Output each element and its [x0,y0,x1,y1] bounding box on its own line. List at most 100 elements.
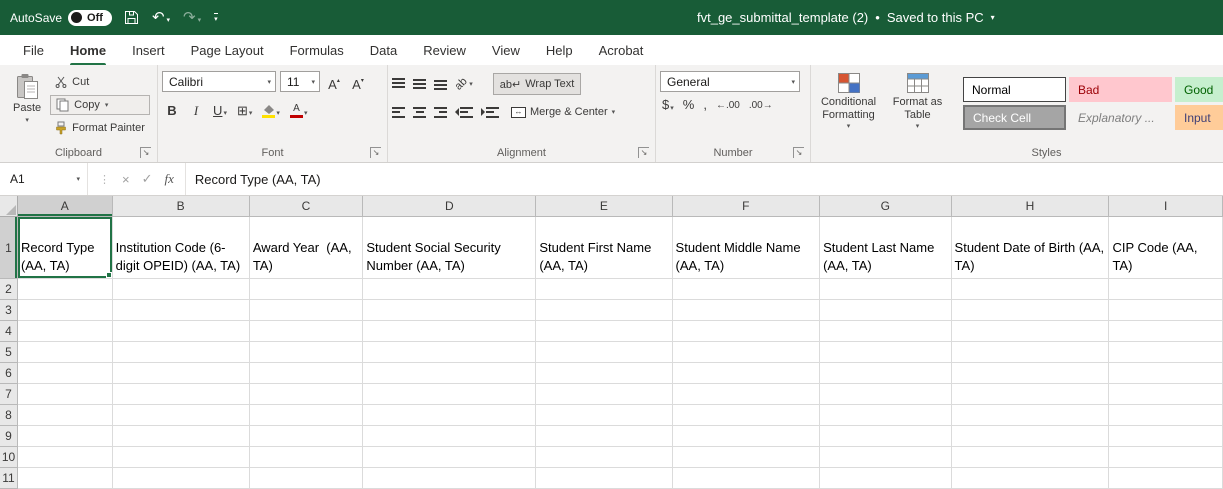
name-box[interactable]: A1 ▾ [0,163,88,195]
align-right-icon[interactable] [434,107,447,118]
shrink-font-button[interactable]: A▾ [348,71,368,92]
cell-B7[interactable] [113,384,250,405]
fill-color-button[interactable]: ▾ [259,97,283,118]
cell-G1[interactable]: Student Last Name (AA, TA) [820,217,951,279]
cell-D10[interactable] [363,447,536,468]
column-header-E[interactable]: E [536,196,672,217]
cell-F7[interactable] [673,384,821,405]
formula-bar-drag-icon[interactable]: ⋮ [99,173,110,186]
cell-D2[interactable] [363,279,536,300]
cell-D8[interactable] [363,405,536,426]
column-header-I[interactable]: I [1109,196,1223,217]
cell-B8[interactable] [113,405,250,426]
cell-H3[interactable] [952,300,1110,321]
cell-A10[interactable] [18,447,113,468]
cell-B4[interactable] [113,321,250,342]
cell-D11[interactable] [363,468,536,489]
cell-H1[interactable]: Student Date of Birth (AA, TA) [952,217,1110,279]
cut-button[interactable]: Cut [50,72,150,92]
cell-A3[interactable] [18,300,113,321]
column-header-B[interactable]: B [113,196,250,217]
cell-F1[interactable]: Student Middle Name (AA, TA) [673,217,821,279]
formula-input[interactable]: Record Type (AA, TA) [186,163,1223,195]
row-header-7[interactable]: 7 [0,384,18,405]
row-header-4[interactable]: 4 [0,321,18,342]
tab-data[interactable]: Data [357,35,410,65]
cell-E10[interactable] [536,447,672,468]
tab-file[interactable]: File [10,35,57,65]
cell-I9[interactable] [1109,426,1223,447]
cell-A5[interactable] [18,342,113,363]
document-title[interactable]: fvt_ge_submittal_template (2) • Saved to… [697,0,995,35]
cell-I5[interactable] [1109,342,1223,363]
cell-D4[interactable] [363,321,536,342]
cell-C11[interactable] [250,468,364,489]
row-header-11[interactable]: 11 [0,468,18,489]
cell-E7[interactable] [536,384,672,405]
decrease-decimal-button[interactable]: .00→ [749,100,773,111]
row-header-6[interactable]: 6 [0,363,18,384]
cell-B3[interactable] [113,300,250,321]
cell-D1[interactable]: Student Social Security Number (AA, TA) [363,217,536,279]
cell-G4[interactable] [820,321,951,342]
formula-cancel-icon[interactable]: × [122,172,130,187]
decrease-indent-button[interactable] [455,107,473,118]
cell-B5[interactable] [113,342,250,363]
cell-F9[interactable] [673,426,821,447]
alignment-dialog-launcher-icon[interactable]: ↘ [638,147,649,158]
cell-C4[interactable] [250,321,364,342]
italic-button[interactable]: I [186,97,206,118]
clipboard-dialog-launcher-icon[interactable]: ↘ [140,147,151,158]
cell-G6[interactable] [820,363,951,384]
cell-F3[interactable] [673,300,821,321]
cell-A11[interactable] [18,468,113,489]
cell-C1[interactable]: Award Year (AA, TA) [250,217,364,279]
copy-button[interactable]: Copy ▾ [50,95,150,115]
cell-A7[interactable] [18,384,113,405]
cell-I4[interactable] [1109,321,1223,342]
cell-A6[interactable] [18,363,113,384]
cell-B11[interactable] [113,468,250,489]
underline-button[interactable]: U ▾ [210,97,230,118]
redo-button[interactable]: ↷ ▾ [183,10,201,25]
cell-E2[interactable] [536,279,672,300]
cell-I11[interactable] [1109,468,1223,489]
cell-G10[interactable] [820,447,951,468]
cell-I8[interactable] [1109,405,1223,426]
cell-A8[interactable] [18,405,113,426]
paste-button[interactable]: Paste ▾ [4,69,50,124]
wrap-text-button[interactable]: ab↵ Wrap Text [493,73,582,95]
grow-font-button[interactable]: A▴ [324,71,344,92]
row-header-8[interactable]: 8 [0,405,18,426]
font-color-button[interactable]: A ▾ [287,97,311,118]
cell-C3[interactable] [250,300,364,321]
cell-style-input[interactable]: Input [1175,105,1223,130]
cell-C6[interactable] [250,363,364,384]
number-dialog-launcher-icon[interactable]: ↘ [793,147,804,158]
tab-view[interactable]: View [479,35,533,65]
cell-A1[interactable]: Record Type (AA, TA) [18,217,113,279]
tab-insert[interactable]: Insert [119,35,178,65]
insert-function-icon[interactable]: fx [165,171,174,187]
column-header-H[interactable]: H [952,196,1110,217]
cell-H6[interactable] [952,363,1110,384]
cell-G2[interactable] [820,279,951,300]
cell-E6[interactable] [536,363,672,384]
cell-C9[interactable] [250,426,364,447]
bold-button[interactable]: B [162,97,182,118]
cell-C5[interactable] [250,342,364,363]
cell-H7[interactable] [952,384,1110,405]
align-top-icon[interactable] [392,78,405,90]
cell-G7[interactable] [820,384,951,405]
column-header-G[interactable]: G [820,196,951,217]
cell-I2[interactable] [1109,279,1223,300]
cell-F6[interactable] [673,363,821,384]
select-all-button[interactable] [0,196,18,217]
tab-review[interactable]: Review [410,35,479,65]
increase-decimal-button[interactable]: ←.00 [716,100,740,111]
cell-H4[interactable] [952,321,1110,342]
font-size-select[interactable]: 11 ▾ [280,71,320,92]
cell-style-normal[interactable]: Normal [963,77,1066,102]
cell-I1[interactable]: CIP Code (AA, TA) [1109,217,1223,279]
comma-style-button[interactable]: , [703,98,707,112]
